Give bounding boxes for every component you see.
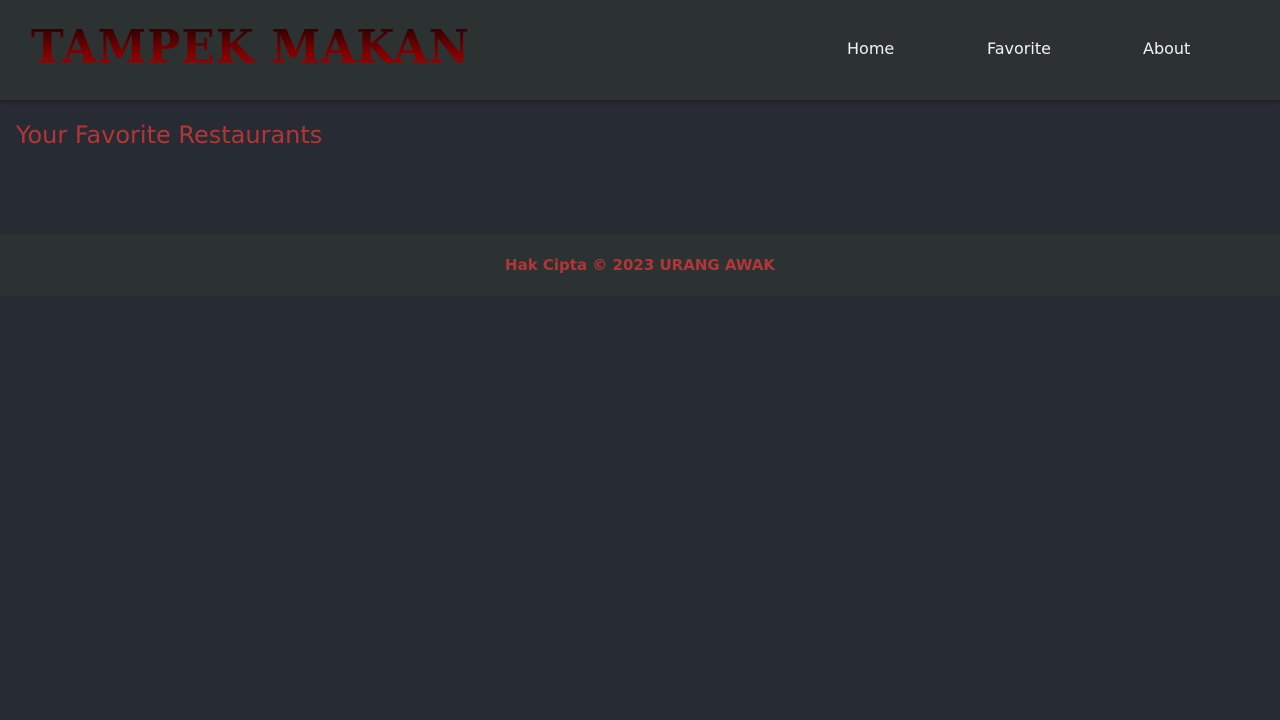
copyright-text: Hak Cipta © 2023 URANG AWAK xyxy=(505,256,775,274)
nav-link-home[interactable]: Home xyxy=(847,39,894,59)
footer: Hak Cipta © 2023 URANG AWAK xyxy=(0,234,1280,296)
nav-link-about[interactable]: About xyxy=(1143,39,1190,59)
page-title: Your Favorite Restaurants xyxy=(16,121,323,149)
app-bar: TAMPEK MAKAN Home Favorite About xyxy=(0,0,1280,100)
nav-link-favorite[interactable]: Favorite xyxy=(987,39,1051,59)
logo[interactable]: TAMPEK MAKAN xyxy=(31,21,470,76)
restaurant-list xyxy=(16,160,1264,220)
